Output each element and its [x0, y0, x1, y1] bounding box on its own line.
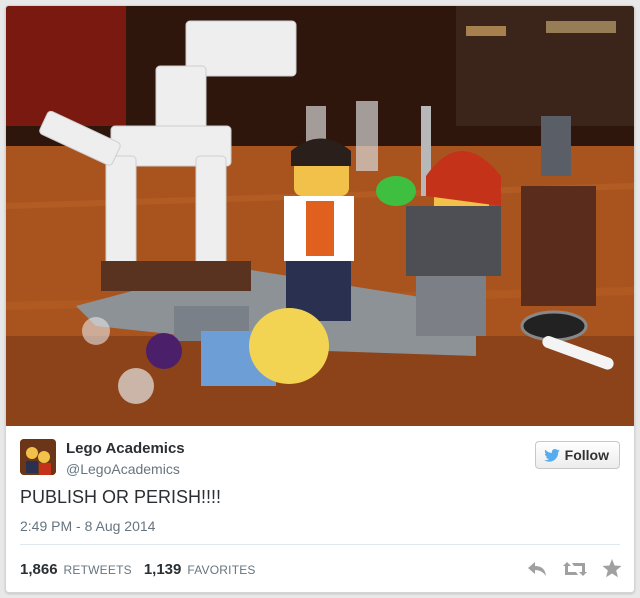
- tweet-photo[interactable]: [6, 6, 634, 426]
- favorites-count[interactable]: 1,139: [144, 561, 182, 578]
- follow-button[interactable]: Follow: [534, 441, 620, 469]
- tweet-actions: [526, 559, 622, 578]
- star-icon: [602, 559, 622, 578]
- favorites-label[interactable]: FAVORITES: [187, 563, 255, 577]
- retweets-label[interactable]: RETWEETS: [64, 563, 132, 577]
- divider: [20, 544, 620, 545]
- favorite-button[interactable]: [602, 559, 622, 578]
- follow-label: Follow: [564, 447, 609, 463]
- reply-icon: [528, 561, 546, 576]
- avatar-image: [20, 439, 56, 475]
- tweet-header: Lego Academics @LegoAcademics Follow: [20, 439, 620, 479]
- retweet-icon: [563, 561, 587, 576]
- retweet-button[interactable]: [562, 560, 588, 578]
- tweet-timestamp[interactable]: 2:49 PM - 8 Aug 2014: [20, 518, 155, 534]
- author-handle[interactable]: @LegoAcademics: [66, 461, 180, 477]
- tweet-stats: 1,866 RETWEETS 1,139 FAVORITES: [20, 561, 262, 578]
- reply-button[interactable]: [526, 560, 548, 578]
- tweet-card: Lego Academics @LegoAcademics Follow PUB…: [5, 5, 635, 593]
- author-name[interactable]: Lego Academics: [66, 440, 185, 457]
- twitter-bird-icon: [543, 448, 560, 462]
- tweet-text: PUBLISH OR PERISH!!!!: [20, 487, 222, 507]
- retweets-count[interactable]: 1,866: [20, 561, 58, 578]
- avatar[interactable]: [20, 439, 56, 475]
- lego-scene-image: [6, 6, 634, 426]
